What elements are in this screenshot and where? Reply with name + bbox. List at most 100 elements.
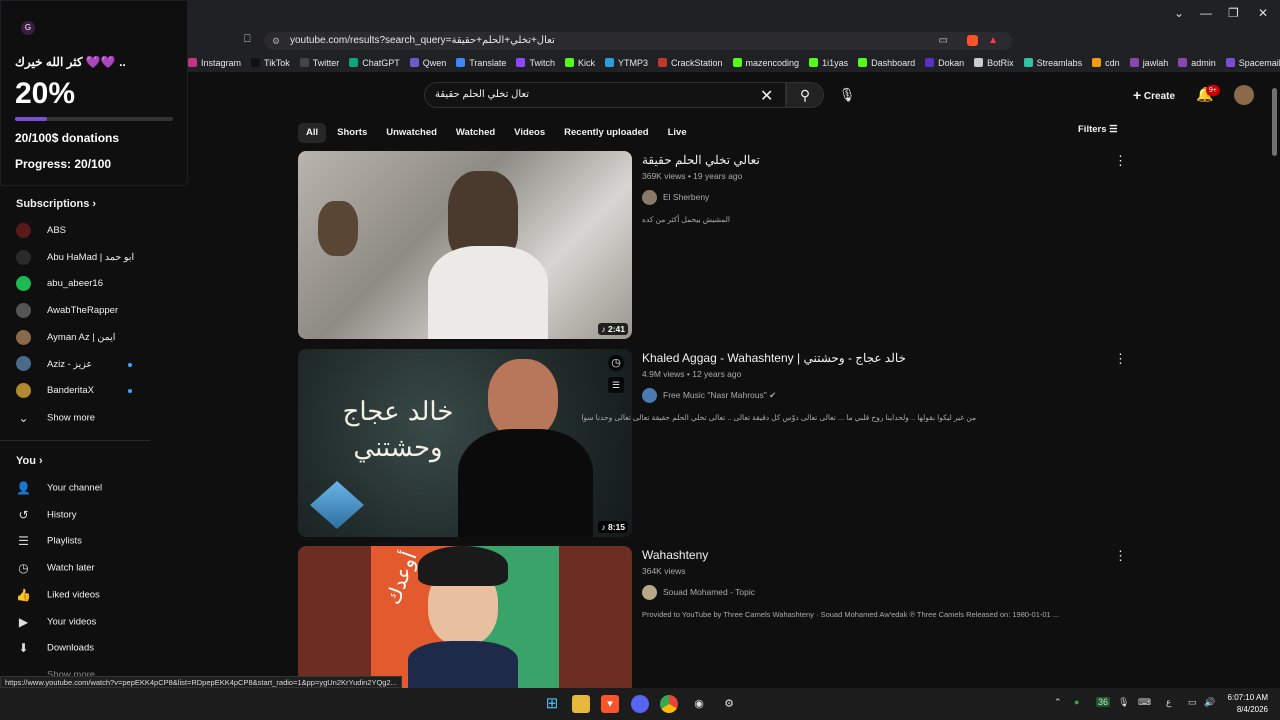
tab-search-icon[interactable]: ⌄ xyxy=(1174,6,1184,20)
chip-videos[interactable]: Videos xyxy=(506,123,553,143)
you-heading[interactable]: You › xyxy=(16,455,43,467)
obs-icon[interactable]: ◉ xyxy=(690,695,708,713)
channel-avatar[interactable] xyxy=(642,585,657,601)
add-to-queue-icon[interactable]: ☰ xyxy=(608,377,624,393)
sidebar-item-watch-later[interactable]: ◷ Watch later xyxy=(16,557,176,579)
sidebar-item-history[interactable]: ↺ History xyxy=(16,504,176,526)
video-result-2[interactable]: خالد عجاج وحشتني ◷ ☰ ♪ 8:15 Khaled Aggag… xyxy=(298,349,1127,537)
subscription-item[interactable]: Ayman Az | ايمن xyxy=(16,327,176,349)
maximize-button[interactable]: ❐ xyxy=(1228,6,1239,20)
chip-shorts[interactable]: Shorts xyxy=(329,123,375,143)
filters-button[interactable]: Filters ☰ xyxy=(1078,124,1118,135)
microphone-tray-icon[interactable]: 🎙 xyxy=(1118,697,1129,708)
file-explorer-icon[interactable] xyxy=(572,695,590,713)
sidebar-item-playlists[interactable]: ☰ Playlists xyxy=(16,530,176,552)
channel-row[interactable]: Souad Mohamed - Topic xyxy=(642,584,755,601)
watch-later-icon[interactable]: ◷ xyxy=(608,355,624,371)
channel-row[interactable]: Free Music "Nasr Mahrous" ✔ xyxy=(642,387,776,404)
bookmark-kick[interactable]: Kick xyxy=(564,54,595,72)
bookmark-twitch[interactable]: Twitch xyxy=(516,54,555,72)
cast-icon[interactable]: ▭ xyxy=(939,32,948,50)
subscriptions-heading[interactable]: Subscriptions › xyxy=(16,198,96,210)
bookmark-crackstation[interactable]: CrackStation xyxy=(657,54,723,72)
settings-gear-icon[interactable]: ⚙ xyxy=(720,695,738,713)
tray-overflow-icon[interactable]: ⌃ xyxy=(1054,697,1062,708)
video-result-1[interactable]: ♪ 2:41 تعالي تخلي الحلم حقيقة 369K views… xyxy=(298,151,1127,339)
bookmark-translate[interactable]: Translate xyxy=(456,54,506,72)
channel-row[interactable]: El Sherbeny xyxy=(642,189,709,206)
brave-shields-icon[interactable] xyxy=(967,35,978,46)
create-button[interactable]: + Create xyxy=(1126,82,1182,108)
sidebar-item-your-videos[interactable]: ▶ Your videos xyxy=(16,611,176,633)
chip-unwatched[interactable]: Unwatched xyxy=(378,123,445,143)
volume-icon[interactable]: 🔊 xyxy=(1204,697,1215,708)
sidebar-item-liked-videos[interactable]: 👍 Liked videos xyxy=(16,584,176,606)
voice-search-button[interactable]: 🎙 xyxy=(834,82,860,108)
bookmark-tiktok[interactable]: TikTok xyxy=(251,54,290,72)
channel-name[interactable]: El Sherbeny xyxy=(663,192,709,202)
channel-name[interactable]: Souad Mohamed - Topic xyxy=(663,587,755,597)
avatar[interactable] xyxy=(1234,85,1254,105)
channel-avatar[interactable] xyxy=(642,388,657,404)
bookmark-qwen[interactable]: Qwen xyxy=(409,54,446,72)
url-field[interactable]: ⚙ youtube.com/results?search_query=تعال+… xyxy=(264,32,1012,50)
more-options-icon[interactable]: ⋮ xyxy=(1114,351,1127,367)
sidebar-item-downloads[interactable]: ⬇ Downloads xyxy=(16,637,176,659)
bookmark-admin[interactable]: admin xyxy=(1178,54,1216,72)
subscription-item[interactable]: abu_abeer16 xyxy=(16,273,176,295)
search-button[interactable]: ⚲ xyxy=(786,82,824,108)
chip-watched[interactable]: Watched xyxy=(448,123,503,143)
video-title[interactable]: Khaled Aggag - Wahashteny | خالد عجاج - … xyxy=(642,351,906,365)
bookmark-chatgpt[interactable]: ChatGPT xyxy=(349,54,400,72)
video-thumbnail[interactable]: خالد عجاج وحشتني ◷ ☰ ♪ 8:15 xyxy=(298,349,632,537)
bookmark-jawlah[interactable]: jawlah xyxy=(1129,54,1168,72)
bookmark-twitter[interactable]: Twitter xyxy=(299,54,339,72)
taskbar-clock[interactable]: 6:07:10 AM 8/4/2026 xyxy=(1222,692,1268,716)
bookmark-botrix[interactable]: BotRix xyxy=(974,54,1014,72)
bookmark-dashboard[interactable]: Dashboard xyxy=(858,54,915,72)
input-language[interactable]: ع xyxy=(1166,697,1171,708)
channel-avatar[interactable] xyxy=(642,190,657,206)
chip-recently-uploaded[interactable]: Recently uploaded xyxy=(556,123,656,143)
tray-badge[interactable]: 36 xyxy=(1096,697,1111,707)
brave-browser-icon[interactable]: ▾ xyxy=(601,695,619,713)
bookmark-spacemail[interactable]: Spacemail xyxy=(1225,54,1280,72)
chip-live[interactable]: Live xyxy=(660,123,695,143)
subscription-item[interactable]: AwabTheRapper xyxy=(16,300,176,322)
video-thumbnail[interactable]: أوعدك xyxy=(298,546,632,688)
close-window-button[interactable]: ✕ xyxy=(1258,6,1268,20)
discord-icon[interactable] xyxy=(631,695,649,713)
bookmark-cdn[interactable]: cdn xyxy=(1092,54,1120,72)
site-info-icon[interactable]: ⚙ xyxy=(272,32,280,50)
show-more-subscriptions[interactable]: ⌄ Show more xyxy=(16,407,176,429)
bookmark-mazencoding[interactable]: mazencoding xyxy=(732,54,799,72)
video-result-3[interactable]: أوعدك Wahashteny 364K views Souad Mohame… xyxy=(298,546,1127,688)
bookmark-1i1yas[interactable]: 1i1yas xyxy=(809,54,848,72)
more-options-icon[interactable]: ⋮ xyxy=(1114,548,1127,564)
more-options-icon[interactable]: ⋮ xyxy=(1114,153,1127,169)
subscription-item[interactable]: BanderitaX xyxy=(16,380,176,402)
brave-rewards-icon[interactable]: ▲ xyxy=(988,32,998,50)
bookmark-streamlabs[interactable]: Streamlabs xyxy=(1023,54,1082,72)
sidebar-item-your-channel[interactable]: 👤 Your channel xyxy=(16,477,176,499)
clear-search-icon[interactable]: ✕ xyxy=(760,86,773,106)
network-icon[interactable]: ▭ xyxy=(1188,697,1197,708)
bookmark-icon[interactable]: ⎕ xyxy=(244,33,251,46)
video-thumbnail[interactable]: ♪ 2:41 xyxy=(298,151,632,339)
chrome-icon[interactable] xyxy=(660,695,678,713)
page-scrollbar[interactable] xyxy=(1272,88,1277,156)
subscription-item[interactable]: ABS xyxy=(16,220,176,242)
video-title[interactable]: Wahashteny xyxy=(642,548,708,562)
subscription-item[interactable]: Aziz - عزيز xyxy=(16,354,176,376)
search-input[interactable]: تعال تخلي الحلم حقيقة xyxy=(424,82,786,108)
bookmark-ytmp3[interactable]: YTMP3 xyxy=(604,54,648,72)
video-title[interactable]: تعالي تخلي الحلم حقيقة xyxy=(642,153,760,167)
channel-name[interactable]: Free Music "Nasr Mahrous" ✔ xyxy=(663,390,776,400)
start-menu-icon[interactable]: ⊞ xyxy=(543,695,561,713)
bookmark-dokan[interactable]: Dokan xyxy=(925,54,964,72)
subscription-item[interactable]: Abu HaMad | ابو حمد xyxy=(16,247,176,269)
minimize-button[interactable]: — xyxy=(1200,6,1212,20)
chip-all[interactable]: All xyxy=(298,123,327,143)
keyboard-icon[interactable]: ⌨ xyxy=(1138,697,1151,708)
tray-app-icon[interactable]: ● xyxy=(1074,697,1079,707)
